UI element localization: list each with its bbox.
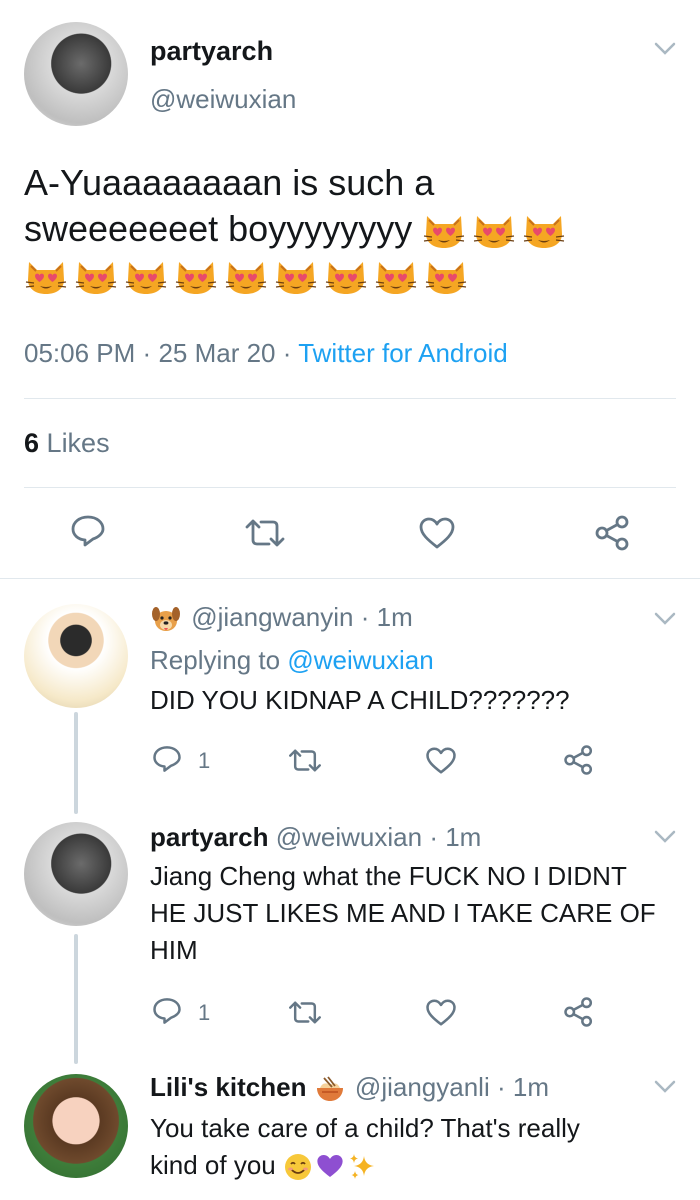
reply-time: 1m bbox=[376, 602, 413, 632]
section-divider bbox=[0, 578, 700, 579]
separator: · bbox=[142, 338, 152, 368]
tweet-source-link[interactable]: Twitter for Android bbox=[298, 338, 508, 368]
replying-to: Replying to @weiwuxian bbox=[150, 645, 434, 675]
chevron-down-icon[interactable] bbox=[654, 42, 676, 61]
reply-count: 1 bbox=[198, 748, 211, 773]
heart-eyes-cat-icon bbox=[472, 212, 516, 250]
avatar[interactable] bbox=[24, 604, 128, 708]
reply-icon[interactable] bbox=[152, 744, 182, 774]
likes-count[interactable]: 6 Likes bbox=[24, 428, 110, 459]
retweet-icon[interactable] bbox=[287, 1000, 323, 1025]
smiling-face-icon bbox=[283, 1152, 315, 1182]
reply-header: @jiangwanyin · 1m bbox=[150, 602, 413, 634]
avatar[interactable] bbox=[24, 22, 128, 126]
separator: · bbox=[360, 602, 370, 632]
avatar[interactable] bbox=[24, 1074, 128, 1178]
reply-handle[interactable]: @jiangwanyin bbox=[191, 602, 353, 632]
thread-line bbox=[74, 712, 78, 814]
reply-icon[interactable] bbox=[70, 514, 106, 548]
tweet-date: 25 Mar 20 bbox=[158, 338, 276, 368]
heart-eyes-cat-icon bbox=[374, 258, 418, 296]
heart-eyes-cat-icon bbox=[274, 258, 318, 296]
reply-handle[interactable]: @jiangyanli bbox=[355, 1072, 490, 1102]
user-handle[interactable]: @weiwuxian bbox=[150, 84, 296, 115]
reply-icon[interactable] bbox=[152, 996, 182, 1026]
reply-text: Jiang Cheng what the FUCK NO I DIDNT HE … bbox=[150, 861, 656, 965]
separator: · bbox=[429, 822, 438, 852]
reply-display-name[interactable]: partyarch bbox=[150, 822, 269, 852]
like-icon[interactable] bbox=[418, 516, 456, 550]
reply-header: Lili's kitchen @jiangyanli · 1m bbox=[150, 1072, 549, 1104]
divider bbox=[24, 398, 676, 399]
reply-text: You take care of a child? That's really … bbox=[150, 1110, 580, 1184]
tweet-text: A-Yuaaaaaaaan is such a sweeeeeeet boyyy… bbox=[24, 160, 684, 298]
reply-count: 1 bbox=[198, 1000, 211, 1025]
heart-eyes-cat-icon bbox=[522, 212, 566, 250]
heart-eyes-cat-icon bbox=[422, 212, 466, 250]
chevron-down-icon[interactable] bbox=[654, 830, 676, 849]
tweet-text-line-2: sweeeeeeet boyyyyyyyy bbox=[24, 206, 684, 252]
like-icon[interactable] bbox=[425, 998, 457, 1027]
tweet-meta: 05:06 PM · 25 Mar 20 · Twitter for Andro… bbox=[24, 338, 508, 369]
share-icon[interactable] bbox=[594, 514, 632, 552]
reply-time: 1m bbox=[512, 1072, 549, 1102]
dog-icon bbox=[150, 604, 184, 634]
like-icon[interactable] bbox=[425, 746, 457, 775]
retweet-icon[interactable] bbox=[243, 518, 287, 548]
separator: · bbox=[496, 1072, 506, 1102]
thread-line bbox=[74, 934, 78, 1064]
share-icon[interactable] bbox=[563, 744, 595, 776]
avatar[interactable] bbox=[24, 822, 128, 926]
tweet-text-line: A-Yuaaaaaaaan is such a bbox=[24, 162, 435, 203]
purple-heart-icon bbox=[315, 1152, 347, 1182]
replying-to-handle[interactable]: @weiwuxian bbox=[287, 645, 433, 675]
reply-handle[interactable]: @weiwuxian bbox=[276, 822, 422, 852]
chevron-down-icon[interactable] bbox=[654, 612, 676, 631]
display-name[interactable]: partyarch bbox=[150, 36, 273, 67]
heart-eyes-cat-icon bbox=[124, 258, 168, 296]
heart-eyes-cat-icon bbox=[424, 258, 468, 296]
heart-eyes-cat-icon bbox=[324, 258, 368, 296]
heart-eyes-cat-icon bbox=[174, 258, 218, 296]
retweet-icon[interactable] bbox=[287, 748, 323, 773]
share-icon[interactable] bbox=[563, 996, 595, 1028]
tweet-time: 05:06 PM bbox=[24, 338, 136, 368]
heart-eyes-cat-icon bbox=[224, 258, 268, 296]
reply-text: DID YOU KIDNAP A CHILD??????? bbox=[150, 685, 570, 715]
reply-time: 1m bbox=[445, 822, 482, 852]
reply-display-name[interactable]: Lili's kitchen bbox=[150, 1072, 306, 1102]
heart-eyes-cat-emojis bbox=[422, 208, 572, 249]
heart-eyes-cat-icon bbox=[24, 258, 68, 296]
separator: · bbox=[282, 338, 292, 368]
sparkles-icon bbox=[347, 1152, 379, 1182]
heart-eyes-cat-emojis-row-2 bbox=[24, 252, 684, 298]
heart-eyes-cat-icon bbox=[74, 258, 118, 296]
divider bbox=[24, 487, 676, 488]
chevron-down-icon[interactable] bbox=[654, 1080, 676, 1099]
reply-header: partyarch @weiwuxian · 1m bbox=[150, 822, 481, 853]
noodle-bowl-icon bbox=[314, 1074, 348, 1104]
